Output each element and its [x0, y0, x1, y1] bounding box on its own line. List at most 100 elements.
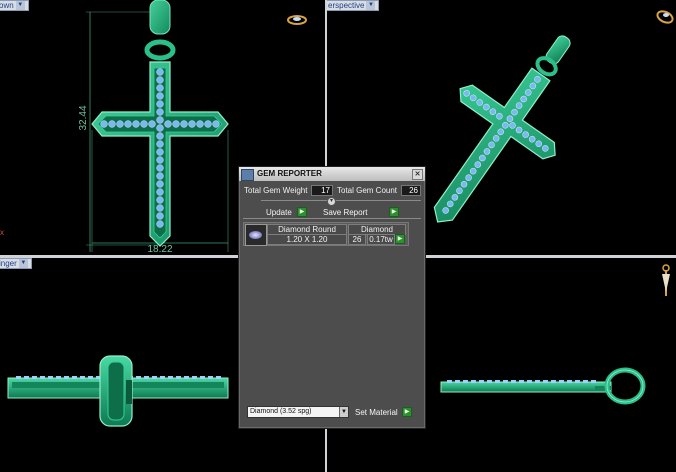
- total-count-label: Total Gem Count: [337, 186, 398, 195]
- gem-stone: [176, 376, 181, 379]
- gem-stone: [152, 376, 157, 379]
- gem-stone: [156, 196, 164, 204]
- gem-stone: [212, 120, 220, 128]
- gem-stone: [116, 120, 124, 128]
- gem-stone: [495, 380, 500, 383]
- separator: [261, 200, 421, 201]
- gem-stone: [156, 140, 164, 148]
- gem-stone: [216, 376, 221, 379]
- gem-stone: [567, 380, 572, 383]
- gem-stone: [40, 376, 45, 379]
- gem-stone: [80, 376, 85, 379]
- gem-stone: [535, 380, 540, 383]
- app-icon: [241, 169, 254, 181]
- gem-stone: [208, 376, 213, 379]
- gem-reporter-panel: GEM REPORTER ✕ Total Gem Weight 17 Total…: [238, 166, 426, 429]
- collapse-knob[interactable]: ▾: [327, 197, 336, 206]
- chevron-down-icon[interactable]: ▼: [339, 407, 348, 417]
- gem-stone: [88, 376, 93, 379]
- gem-stone: [575, 380, 580, 383]
- gem-stone: [188, 120, 196, 128]
- chevron-down-icon[interactable]: ▼: [15, 1, 25, 10]
- play-icon[interactable]: ▶: [389, 207, 399, 217]
- gem-stone: [160, 376, 165, 379]
- total-count-value: 26: [401, 185, 421, 196]
- gem-stone: [196, 120, 204, 128]
- close-icon[interactable]: ✕: [412, 169, 423, 180]
- gem-stone: [64, 376, 69, 379]
- gem-stone: [527, 380, 532, 383]
- gem-stone: [136, 376, 141, 379]
- viewport-tab-label: own: [0, 1, 14, 10]
- gem-stone: [479, 380, 484, 383]
- gem-stone: [156, 132, 164, 140]
- gem-stone: [591, 380, 596, 383]
- gem-stone: [519, 380, 524, 383]
- gem-stone: [455, 380, 460, 383]
- gem-stone: [156, 204, 164, 212]
- gem-stone: [156, 180, 164, 188]
- gem-stone: [487, 380, 492, 383]
- play-icon[interactable]: ▶: [402, 407, 412, 417]
- gem-stone: [32, 376, 37, 379]
- set-material-button[interactable]: Set Material: [355, 408, 398, 417]
- gem-stone: [132, 120, 140, 128]
- viewport-tab-label: inger: [0, 259, 17, 268]
- gem-stone: [48, 376, 53, 379]
- chevron-down-icon[interactable]: ▼: [18, 259, 28, 268]
- total-weight-label: Total Gem Weight: [244, 186, 308, 195]
- gem-stone: [156, 84, 164, 92]
- gem-stone: [156, 68, 164, 76]
- gem-stone: [148, 120, 156, 128]
- axis-marker: x: [0, 228, 4, 237]
- gem-stone: [156, 92, 164, 100]
- viewport-tab-label: erspective: [328, 1, 365, 10]
- gem-stone: [192, 376, 197, 379]
- viewport-tab-front[interactable]: own ▼: [0, 0, 29, 11]
- gem-stone: [543, 380, 548, 383]
- gem-stone: [156, 116, 164, 124]
- gem-stone: [100, 120, 108, 128]
- chevron-down-icon[interactable]: ▼: [366, 1, 376, 10]
- gem-stone: [471, 380, 476, 383]
- gem-stone: [447, 380, 452, 383]
- play-icon[interactable]: ▶: [395, 234, 405, 244]
- gem-stone: [511, 380, 516, 383]
- gem-stone: [56, 376, 61, 379]
- gem-stone: [124, 120, 132, 128]
- total-weight-value: 17: [311, 185, 333, 196]
- gem-stone: [559, 380, 564, 383]
- viewport-tab-perspective[interactable]: erspective ▼: [327, 0, 380, 11]
- play-icon[interactable]: ▶: [297, 207, 307, 217]
- gem-stone: [156, 108, 164, 116]
- gem-list-row[interactable]: Diamond Round Diamond 1.20 X 1.20 26 0.1…: [243, 222, 409, 246]
- gem-stone: [164, 120, 172, 128]
- gem-stone: [156, 76, 164, 84]
- gem-stone: [16, 376, 21, 379]
- gem-stone: [551, 380, 556, 383]
- gem-stone: [24, 376, 29, 379]
- viewport-tab-side[interactable]: inger ▼: [0, 258, 32, 269]
- panel-titlebar[interactable]: GEM REPORTER ✕: [239, 167, 425, 181]
- update-button[interactable]: Update: [266, 208, 292, 217]
- gem-stone: [156, 220, 164, 228]
- height-dimension: 32.44: [78, 105, 89, 130]
- gem-stone: [72, 376, 77, 379]
- gem-stone: [168, 376, 173, 379]
- save-report-button[interactable]: Save Report: [323, 208, 367, 217]
- gem-size: 1.20 X 1.20: [267, 234, 347, 245]
- gem-count: 26: [348, 234, 366, 245]
- gem-stone: [503, 380, 508, 383]
- gem-weight: 0.17tw: [367, 234, 395, 245]
- gem-stone: [108, 120, 116, 128]
- gem-stone: [156, 100, 164, 108]
- gem-stone: [156, 124, 164, 132]
- panel-title: GEM REPORTER: [257, 169, 322, 178]
- gem-stone: [156, 156, 164, 164]
- gem-stone: [156, 212, 164, 220]
- material-bar: Diamond (3.52 spg) ▼ Set Material ▶: [239, 403, 425, 425]
- gem-stone: [184, 376, 189, 379]
- gem-stone: [156, 148, 164, 156]
- material-select[interactable]: Diamond (3.52 spg) ▼: [247, 406, 349, 418]
- gem-stone: [204, 120, 212, 128]
